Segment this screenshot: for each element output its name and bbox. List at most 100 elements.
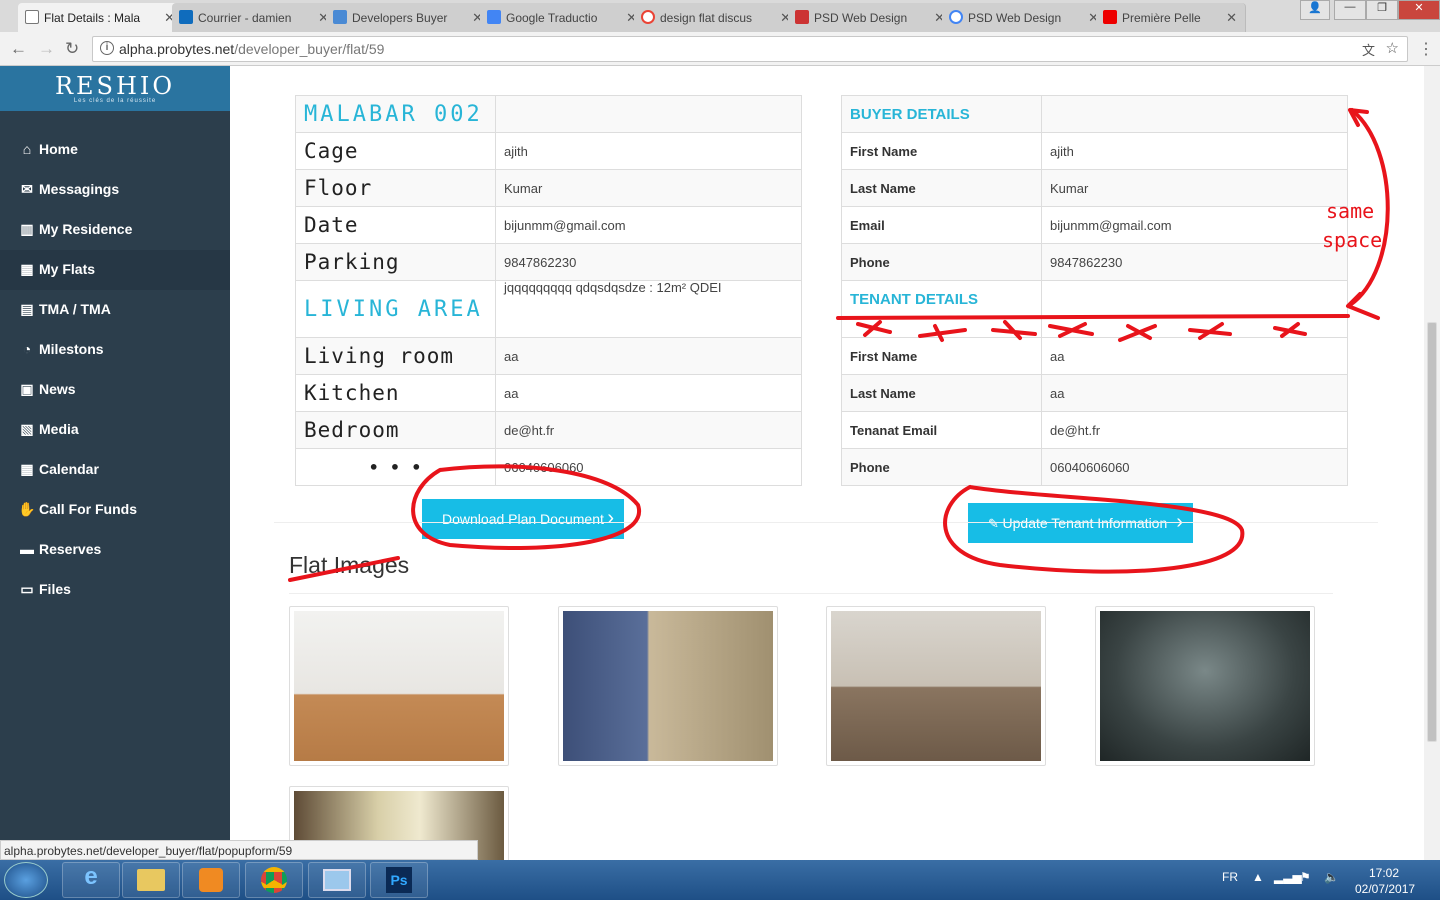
table-row: First Name ajith	[841, 132, 1348, 170]
flat-image-1[interactable]	[289, 606, 509, 766]
table-row: Last Name Kumar	[841, 169, 1348, 207]
table-row: TENANT DETAILS	[841, 280, 1348, 318]
flat-image-4[interactable]	[1095, 606, 1315, 766]
table-row: • • • 06040606060	[295, 448, 802, 486]
page-scrollbar[interactable]	[1424, 66, 1440, 860]
divider	[274, 522, 1378, 523]
table-row: Cage ajith	[295, 132, 802, 170]
flat-image-3[interactable]	[826, 606, 1046, 766]
status-url: alpha.probytes.net/developer_buyer/flat/…	[0, 840, 478, 860]
minimize-button[interactable]: —	[1334, 0, 1366, 20]
media-player-icon[interactable]	[182, 862, 240, 898]
language-indicator[interactable]: FR	[1222, 870, 1238, 884]
calendar-icon: ▦	[20, 461, 34, 477]
browser-tab-bar: Flat Details : Mala ✕ Courrier - damien ✕ …	[0, 0, 1440, 32]
table-row: LIVING AREA jqqqqqqqqq qdqsdqsdze : 12m² …	[295, 280, 802, 338]
tab-psd-web-design-2[interactable]: PSD Web Design ✕	[942, 3, 1108, 32]
user-icon[interactable]: 👤	[1300, 0, 1330, 20]
tab-flat-details[interactable]: Flat Details : Mala ✕	[18, 3, 184, 32]
sidebar-item-news[interactable]: ▣ News	[0, 370, 230, 410]
clock-date[interactable]: 02/07/2017	[1355, 882, 1415, 896]
envelope-icon: ✉	[21, 181, 33, 197]
close-window-button[interactable]: ✕	[1398, 0, 1440, 20]
sidebar-item-tma[interactable]: ▤ TMA / TMA	[0, 290, 230, 330]
tab-premiere-pelle[interactable]: Première Pelle ✕	[1096, 3, 1246, 32]
sidebar-item-messagings[interactable]: ✉ Messagings	[0, 170, 230, 210]
tab-design-flat[interactable]: design flat discus ✕	[634, 3, 800, 32]
sidebar-item-call-for-funds[interactable]: ✋ Call For Funds	[0, 490, 230, 530]
divider	[289, 593, 1333, 594]
table-row: Bedroom de@ht.fr	[295, 411, 802, 449]
download-plan-button[interactable]: Download Plan Document ›	[422, 499, 624, 539]
explorer-icon[interactable]	[122, 862, 180, 898]
sidebar-item-home[interactable]: ⌂ Home	[0, 130, 230, 170]
table-row: Floor Kumar	[295, 169, 802, 207]
sidebar-item-calendar[interactable]: ▦ Calendar	[0, 450, 230, 490]
grid-icon: ▦	[20, 261, 34, 277]
outlook-icon	[179, 10, 193, 24]
table-row: Email bijunmm@gmail.com	[841, 206, 1348, 244]
flat-details-table: MALABAR 002 Cage ajith Floor Kumar Date bij…	[295, 95, 802, 486]
close-tab-icon[interactable]: ✕	[1226, 10, 1237, 26]
flat-image-2[interactable]	[558, 606, 778, 766]
star-icon[interactable]: ☆	[1386, 39, 1399, 57]
sidebar-item-my-flats[interactable]: ▦ My Flats	[0, 250, 230, 290]
image-icon: ▧	[20, 421, 34, 437]
address-bar: ← → ↻ i alpha.probytes.net/developer_buy…	[0, 32, 1440, 66]
sidebar-item-milestons[interactable]: ◔ Milestons	[0, 330, 230, 370]
buyer-details-title: BUYER DETAILS	[841, 95, 1042, 133]
table-row: Kitchen aa	[295, 374, 802, 412]
home-icon: ⌂	[22, 141, 32, 157]
psd-icon	[795, 10, 809, 24]
maximize-button[interactable]: ❐	[1366, 0, 1398, 20]
reserves-icon: ▬	[20, 541, 34, 557]
clock-time[interactable]: 17:02	[1369, 866, 1399, 880]
chevron-right-icon: ›	[607, 507, 614, 529]
sidebar-item-files[interactable]: ▭ Files	[0, 570, 230, 610]
ie-icon[interactable]: e	[62, 862, 120, 898]
table-row: Phone 9847862230	[841, 243, 1348, 281]
start-button[interactable]	[4, 862, 48, 898]
table-row: MALABAR 002	[295, 95, 802, 133]
flat-title: MALABAR 002	[295, 95, 496, 133]
tab-courrier[interactable]: Courrier - damien ✕	[172, 3, 338, 32]
edit-icon: ✎	[988, 516, 1003, 531]
site-icon	[333, 10, 347, 24]
translate-page-icon[interactable]: 文	[1362, 40, 1375, 59]
tab-google-translate[interactable]: Google Traductio ✕	[480, 3, 646, 32]
tray-up-arrow-icon[interactable]: ▲	[1252, 870, 1264, 884]
sidebar-item-media[interactable]: ▧ Media	[0, 410, 230, 450]
table-row: Date bijunmm@gmail.com	[295, 206, 802, 244]
tenant-details-title: TENANT DETAILS	[841, 280, 1042, 318]
update-tenant-button[interactable]: ✎ Update Tenant Information›	[968, 503, 1193, 543]
forward-arrow-icon[interactable]: →	[38, 39, 55, 59]
table-row: Phone 06040606060	[841, 448, 1348, 486]
tab-psd-web-design-1[interactable]: PSD Web Design ✕	[788, 3, 954, 32]
info-icon[interactable]: i	[100, 41, 114, 55]
sidebar-item-my-residence[interactable]: ▥ My Residence	[0, 210, 230, 250]
google-icon	[641, 10, 655, 24]
flag-icon[interactable]: ⚑	[1300, 870, 1311, 884]
table-row: Parking 9847862230	[295, 243, 802, 281]
network-icon[interactable]: ▂▃▅	[1274, 870, 1302, 884]
menu-dots-icon[interactable]: ⋮	[1418, 39, 1434, 59]
window-icon[interactable]	[308, 862, 366, 898]
reload-icon[interactable]: ↻	[65, 39, 79, 59]
volume-icon[interactable]: 🔈	[1324, 870, 1339, 884]
buyer-tenant-table: BUYER DETAILS First Name ajith Last Name K…	[841, 95, 1348, 486]
photoshop-icon[interactable]: Ps	[370, 862, 428, 898]
folder-icon: ▭	[20, 581, 34, 597]
living-area-title: LIVING AREA	[295, 280, 496, 338]
chrome-icon[interactable]	[245, 862, 303, 898]
translate-icon	[487, 10, 501, 24]
back-arrow-icon[interactable]: ←	[10, 39, 27, 59]
table-row: First Name aa	[841, 337, 1348, 375]
url-input[interactable]: i alpha.probytes.net/developer_buyer/fla…	[92, 36, 1408, 62]
flat-images-title: Flat Images	[289, 552, 410, 578]
tab-developers-buyer[interactable]: Developers Buyer ✕	[326, 3, 492, 32]
sidebar-item-reserves[interactable]: ▬ Reserves	[0, 530, 230, 570]
table-row	[841, 317, 1348, 338]
logo[interactable]: RESHIO Les clés de la réussite	[0, 66, 230, 111]
table-row: Last Name aa	[841, 374, 1348, 412]
taskbar: e Ps FR ▲ ▂▃▅ ⚑ 🔈 17:02 02/07/2017	[0, 860, 1440, 900]
